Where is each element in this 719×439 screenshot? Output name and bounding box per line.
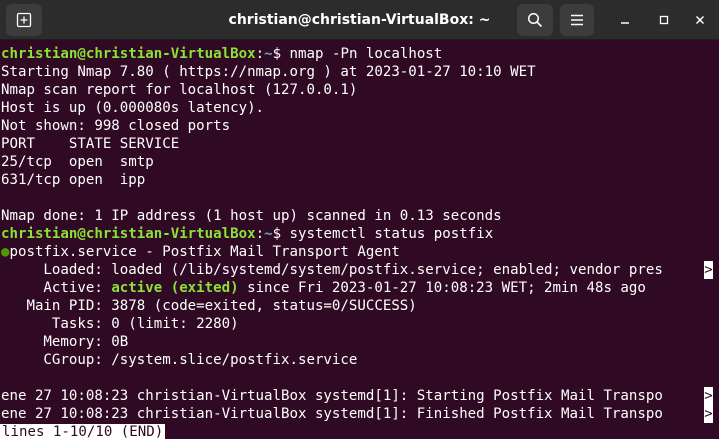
new-tab-button[interactable] <box>6 4 42 36</box>
close-icon <box>695 15 705 25</box>
cgroup-line: CGroup: /system.slice/postfix.service <box>1 352 358 368</box>
minimize-button[interactable] <box>615 10 635 30</box>
output-line: Nmap done: 1 IP address (1 host up) scan… <box>1 208 502 224</box>
hamburger-menu-icon <box>571 14 583 26</box>
menu-button[interactable] <box>560 4 594 36</box>
close-button[interactable] <box>690 10 710 30</box>
prompt-separator: : <box>255 46 265 62</box>
active-line: Active: active (exited) since Fri 2023-0… <box>1 279 718 297</box>
pager-status: lines 1-10/10 (END) <box>0 424 166 439</box>
loaded-text: Loaded: loaded (/lib/systemd/system/post… <box>1 262 663 278</box>
main-pid-line: Main PID: 3878 (code=exited, status=0/SU… <box>1 298 417 314</box>
truncation-marker: > <box>704 261 713 279</box>
truncation-marker: > <box>704 387 713 405</box>
command-systemctl: systemctl status postfix <box>289 226 494 242</box>
command-nmap: nmap -Pn localhost <box>289 46 443 62</box>
title-bar: christian@christian-VirtualBox: ~ <box>0 0 719 40</box>
minimize-icon <box>621 22 629 24</box>
status-dot-icon: ● <box>1 244 10 260</box>
prompt-path: ~ <box>264 226 273 242</box>
maximize-button[interactable] <box>654 10 674 30</box>
prompt-path: ~ <box>264 46 273 62</box>
output-line: Host is up (0.000080s latency). <box>1 100 265 116</box>
output-line: 631/tcp open ipp <box>1 172 146 188</box>
prompt-end: $ <box>272 226 290 242</box>
log-line: ene 27 10:08:23 christian-VirtualBox sys… <box>1 387 718 405</box>
prompt-line-1: christian@christian-VirtualBox:~$ nmap -… <box>1 45 718 63</box>
prompt-user: christian@christian-VirtualBox <box>1 226 256 242</box>
log-line: ene 27 10:08:23 christian-VirtualBox sys… <box>1 405 718 423</box>
log-text: ene 27 10:08:23 christian-VirtualBox sys… <box>1 388 663 404</box>
active-label: Active: <box>1 280 112 296</box>
active-details: since Fri 2023-01-27 10:08:23 WET; 2min … <box>238 280 646 296</box>
prompt-end: $ <box>272 46 290 62</box>
prompt-line-2: christian@christian-VirtualBox:~$ system… <box>1 225 718 243</box>
output-line: Not shown: 998 closed ports <box>1 118 231 134</box>
output-line: 25/tcp open smtp <box>1 154 154 170</box>
tasks-line: Tasks: 0 (limit: 2280) <box>1 316 239 332</box>
terminal-window: christian@christian-VirtualBox: ~ christ… <box>0 0 719 439</box>
service-line: ●postfix.service - Postfix Mail Transpor… <box>1 243 718 261</box>
loaded-line: Loaded: loaded (/lib/systemd/system/post… <box>1 261 718 279</box>
search-button[interactable] <box>517 4 553 36</box>
active-state: active (exited) <box>111 280 239 296</box>
output-line: Starting Nmap 7.80 ( https://nmap.org ) … <box>1 64 536 80</box>
memory-line: Memory: 0B <box>1 334 129 350</box>
log-text: ene 27 10:08:23 christian-VirtualBox sys… <box>1 406 663 422</box>
prompt-separator: : <box>255 226 265 242</box>
window-title: christian@christian-VirtualBox: ~ <box>228 12 491 28</box>
service-description: postfix.service - Postfix Mail Transport… <box>9 244 400 260</box>
terminal-output[interactable]: christian@christian-VirtualBox:~$ nmap -… <box>0 40 719 439</box>
search-icon <box>527 12 543 28</box>
prompt-user: christian@christian-VirtualBox <box>1 46 256 62</box>
output-line: Nmap scan report for localhost (127.0.0.… <box>1 82 358 98</box>
maximize-icon <box>659 15 669 25</box>
new-tab-icon <box>16 12 32 28</box>
truncation-marker: > <box>704 405 713 423</box>
output-line: PORT STATE SERVICE <box>1 136 180 152</box>
